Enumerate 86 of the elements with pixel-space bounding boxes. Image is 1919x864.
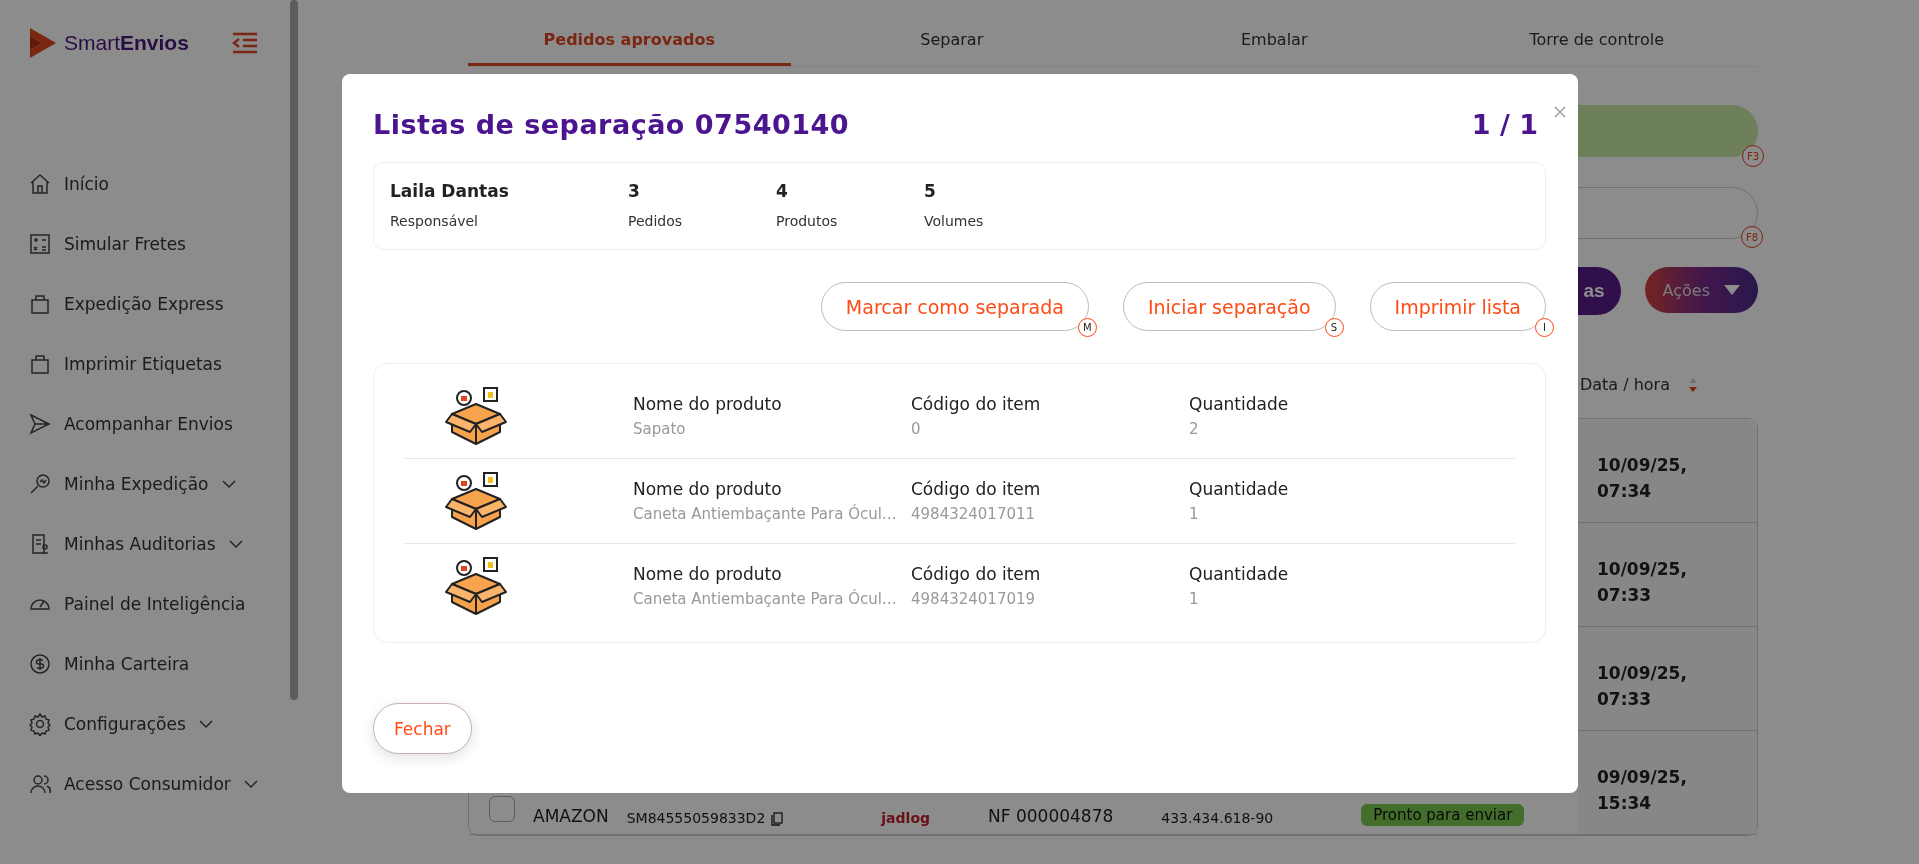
summary-value: 4 — [776, 181, 789, 201]
table-cell: NF 000004878 — [988, 806, 1114, 826]
item-code: 0 — [911, 420, 922, 438]
field-label: Quantidade — [1189, 394, 1290, 414]
table-cell: 433.434.618-90 — [1161, 810, 1274, 826]
field-label: Nome do produto — [633, 394, 783, 414]
summary-value: Laila Dantas — [390, 181, 510, 201]
table-cell: 10/09/25, 07:34 — [1577, 419, 1757, 522]
sidebar-item[interactable]: Imprimir Etiquetas — [28, 350, 290, 378]
actions-button[interactable]: Ações — [1644, 267, 1758, 313]
modal-title: Listas de separação 07540140 — [373, 108, 851, 140]
chevron-down-icon — [242, 779, 259, 789]
summary-label: Responsável — [390, 213, 479, 229]
sidebar-item[interactable]: Minha Expedição — [28, 470, 290, 498]
field-label: Nome do produto — [633, 564, 783, 584]
menu-collapse-icon[interactable] — [230, 32, 259, 54]
sidebar-item[interactable]: Minha Carteira — [28, 650, 290, 678]
chevron-down-icon — [197, 719, 214, 729]
carrier-logo: jadlog — [881, 810, 931, 826]
dollar-icon — [28, 652, 52, 676]
table-cell: 10/09/25, 07:33 — [1577, 627, 1757, 730]
sidebar-item[interactable]: Simular Fretes — [28, 230, 290, 258]
scrollbar[interactable] — [290, 0, 298, 700]
shortcut-badge: S — [1324, 318, 1344, 337]
quantity: 1 — [1189, 505, 1200, 523]
quantity: 1 — [1189, 590, 1200, 608]
user-icon — [28, 772, 52, 796]
bag-icon — [28, 352, 52, 376]
summary-value: 5 — [924, 181, 937, 201]
send-icon — [28, 412, 52, 436]
close-icon[interactable] — [1554, 106, 1566, 118]
table-cell: 09/09/25, 15:34 — [1577, 731, 1757, 834]
sidebar-item[interactable]: Minhas Auditorias — [28, 530, 290, 558]
sidebar-item[interactable]: Painel de Inteligência — [28, 590, 290, 618]
logo-icon — [28, 26, 58, 60]
box-icon — [444, 556, 508, 616]
sidebar-item[interactable]: Acompanhar Envios — [28, 410, 290, 438]
sort-icon[interactable] — [1688, 376, 1698, 393]
gear-icon — [28, 712, 52, 736]
summary-value: 3 — [628, 181, 641, 201]
field-label: Código do item — [911, 564, 1042, 584]
shortcut-badge: F3 — [1742, 145, 1764, 167]
item-code: 4984324017019 — [911, 590, 1037, 608]
box-icon — [444, 471, 508, 531]
home-icon — [28, 172, 52, 196]
page-counter: 1 / 1 — [1471, 108, 1538, 140]
search-chart-icon — [28, 472, 52, 496]
tab[interactable]: Pedidos aprovados — [468, 24, 791, 66]
logo-text: SmartEnvios — [64, 31, 189, 55]
field-label: Código do item — [911, 394, 1042, 414]
tab[interactable]: Embalar — [1113, 24, 1436, 66]
chevron-down-icon — [220, 479, 237, 489]
close-button[interactable]: Fechar — [373, 703, 472, 754]
field-label: Código do item — [911, 479, 1042, 499]
product-name: Caneta Antiembaçante Para Ócul… — [633, 590, 898, 608]
field-label: Quantidade — [1189, 564, 1290, 584]
table-cell: 10/09/25, 07:33 — [1577, 523, 1757, 626]
shortcut-badge: F8 — [1741, 226, 1763, 248]
quantity: 2 — [1189, 420, 1200, 438]
table-cell: SM84555059833D2 — [626, 810, 766, 826]
sidebar-item[interactable]: Configurações — [28, 710, 290, 738]
shortcut-badge: I — [1535, 318, 1554, 337]
bag-icon — [28, 292, 52, 316]
sidebar-item[interactable]: Acesso Consumidor — [28, 770, 290, 798]
copy-icon[interactable] — [771, 812, 784, 826]
tab[interactable]: Torre de controle — [1435, 24, 1758, 66]
summary-label: Volumes — [924, 213, 985, 229]
chevron-down-icon — [227, 539, 244, 549]
tab[interactable]: Separar — [790, 24, 1113, 66]
row-checkbox[interactable] — [489, 796, 515, 822]
status-badge: Pronto para enviar — [1361, 804, 1525, 826]
caret-icon — [1724, 285, 1740, 295]
summary-label: Produtos — [776, 213, 839, 229]
sidebar-item[interactable]: Início — [28, 170, 290, 198]
field-label: Nome do produto — [633, 479, 783, 499]
shortcut-badge: M — [1077, 318, 1097, 337]
calculator-icon — [28, 232, 52, 256]
column-header[interactable]: Data / hora — [1579, 375, 1670, 394]
item-code: 4984324017011 — [911, 505, 1037, 523]
sidebar-item[interactable]: Expedição Express — [28, 290, 290, 318]
box-icon — [444, 386, 508, 446]
product-name: Caneta Antiembaçante Para Ócul… — [633, 505, 898, 523]
field-label: Quantidade — [1189, 479, 1290, 499]
product-name: Sapato — [633, 420, 687, 438]
table-cell: AMAZON — [533, 806, 609, 826]
summary-label: Pedidos — [628, 213, 684, 229]
